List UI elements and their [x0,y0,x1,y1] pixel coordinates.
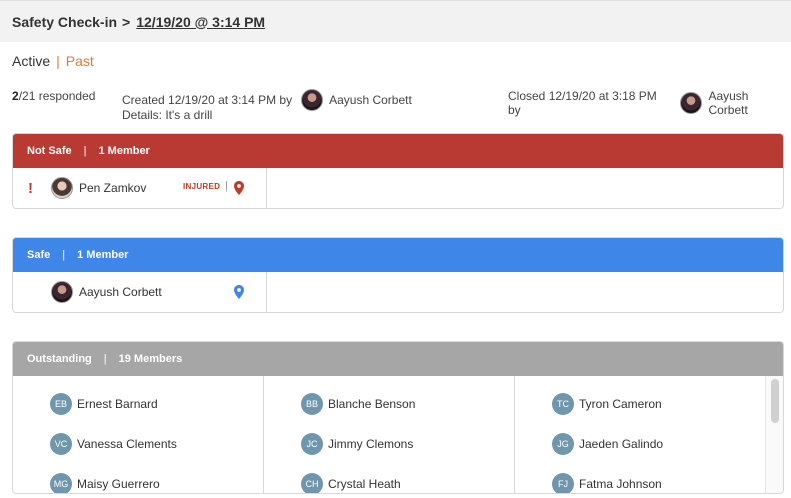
member-name: Crystal Heath [328,477,401,491]
member-name: Aayush Corbett [79,285,162,299]
status-tabs: Active | Past [12,53,94,69]
details-text-row: Details: It's a drill [122,108,212,122]
safe-label: Safe [27,249,51,261]
not-safe-section: Not Safe | 1 Member ! Pen Zamkov INJURED… [12,133,784,209]
member-row: ! Pen Zamkov INJURED | [13,168,783,208]
status-divider: | [225,180,228,192]
breadcrumb-date-link[interactable]: 12/19/20 @ 3:14 PM [136,14,265,30]
avatar [51,177,73,199]
avatar [680,92,703,114]
member-name: Ernest Barnard [77,397,158,411]
header-bar: Safety Check-in > 12/19/20 @ 3:14 PM [0,0,791,42]
list-item[interactable]: TC Tyron Cameron [515,384,765,424]
initials-avatar: EB [50,393,72,415]
list-item[interactable]: JC Jimmy Clemons [264,424,514,464]
member-name: Jaeden Galindo [579,437,664,451]
list-item[interactable]: EB Ernest Barnard [13,384,263,424]
initials-avatar: TC [552,393,574,415]
outstanding-count: 19 Members [118,353,183,365]
member-column: EB Ernest Barnard VC Vanessa Clements MG… [13,376,264,493]
outstanding-header: Outstanding | 19 Members [13,342,783,376]
scrollbar[interactable] [765,376,783,493]
initials-avatar: CH [301,473,323,493]
member-grid: EB Ernest Barnard VC Vanessa Clements MG… [13,376,783,493]
header-divider: | [83,145,87,157]
member-cell[interactable]: Aayush Corbett [13,272,267,312]
member-name: Maisy Guerrero [77,477,160,491]
not-safe-header: Not Safe | 1 Member [13,134,783,168]
safe-section: Safe | 1 Member Aayush Corbett [12,237,784,313]
list-item[interactable]: BB Blanche Benson [264,384,514,424]
closed-by-name: Aayush Corbett [708,89,749,117]
list-item[interactable]: MG Maisy Guerrero [13,464,263,493]
scrollbar-thumb[interactable] [771,379,779,423]
safe-count: 1 Member [77,249,129,261]
outstanding-section: Outstanding | 19 Members EB Ernest Barna… [12,341,784,494]
status-badge: INJURED [183,182,221,191]
responded-text: /21 responded [18,89,96,103]
header-divider: | [103,353,107,365]
list-item[interactable]: CH Crystal Heath [264,464,514,493]
not-safe-count: 1 Member [98,145,150,157]
chevron-right-icon: > [122,13,131,30]
closed-text: Closed 12/19/20 at 3:18 PM by [508,89,657,117]
member-name: Tyron Cameron [579,397,662,411]
avatar [301,89,324,111]
member-name: Vanessa Clements [77,437,177,451]
safe-header: Safe | 1 Member [13,238,783,272]
initials-avatar: MG [50,473,72,493]
list-item[interactable]: FJ Fatma Johnson [515,464,765,493]
map-pin-icon[interactable] [234,181,244,195]
closed-info: Closed 12/19/20 at 3:18 PM by Aayush Cor… [508,89,791,117]
list-item[interactable]: JG Jaeden Galindo [515,424,765,464]
exclamation-icon: ! [28,180,33,197]
initials-avatar: JG [552,433,574,455]
member-name: Pen Zamkov [79,181,147,195]
created-by-name: Aayush Corbett [329,93,412,107]
created-text: Created 12/19/20 at 3:14 PM by [122,93,293,107]
page-title: Safety Check-in [12,13,118,30]
details-text: Details: It's a drill [122,108,213,122]
member-column: TC Tyron Cameron JG Jaeden Galindo FJ Fa… [515,376,765,493]
not-safe-label: Not Safe [27,145,72,157]
member-row: Aayush Corbett [13,272,783,312]
initials-avatar: FJ [552,473,574,493]
initials-avatar: VC [50,433,72,455]
responded-count: 2 [12,89,19,103]
outstanding-label: Outstanding [27,353,92,365]
initials-avatar: BB [301,393,323,415]
header-divider: | [62,249,66,261]
list-item[interactable]: VC Vanessa Clements [13,424,263,464]
member-name: Blanche Benson [328,397,416,411]
member-column: BB Blanche Benson JC Jimmy Clemons CH Cr… [264,376,515,493]
map-pin-icon[interactable] [234,285,244,299]
tab-active[interactable]: Active [12,53,50,69]
responded-summary: 2 /21 responded [12,89,95,103]
initials-avatar: JC [301,433,323,455]
member-name: Fatma Johnson [579,477,662,491]
avatar [51,281,73,303]
tab-divider: | [56,53,60,69]
member-cell[interactable]: ! Pen Zamkov INJURED | [13,168,267,208]
tab-past[interactable]: Past [66,53,94,69]
member-name: Jimmy Clemons [328,437,414,451]
